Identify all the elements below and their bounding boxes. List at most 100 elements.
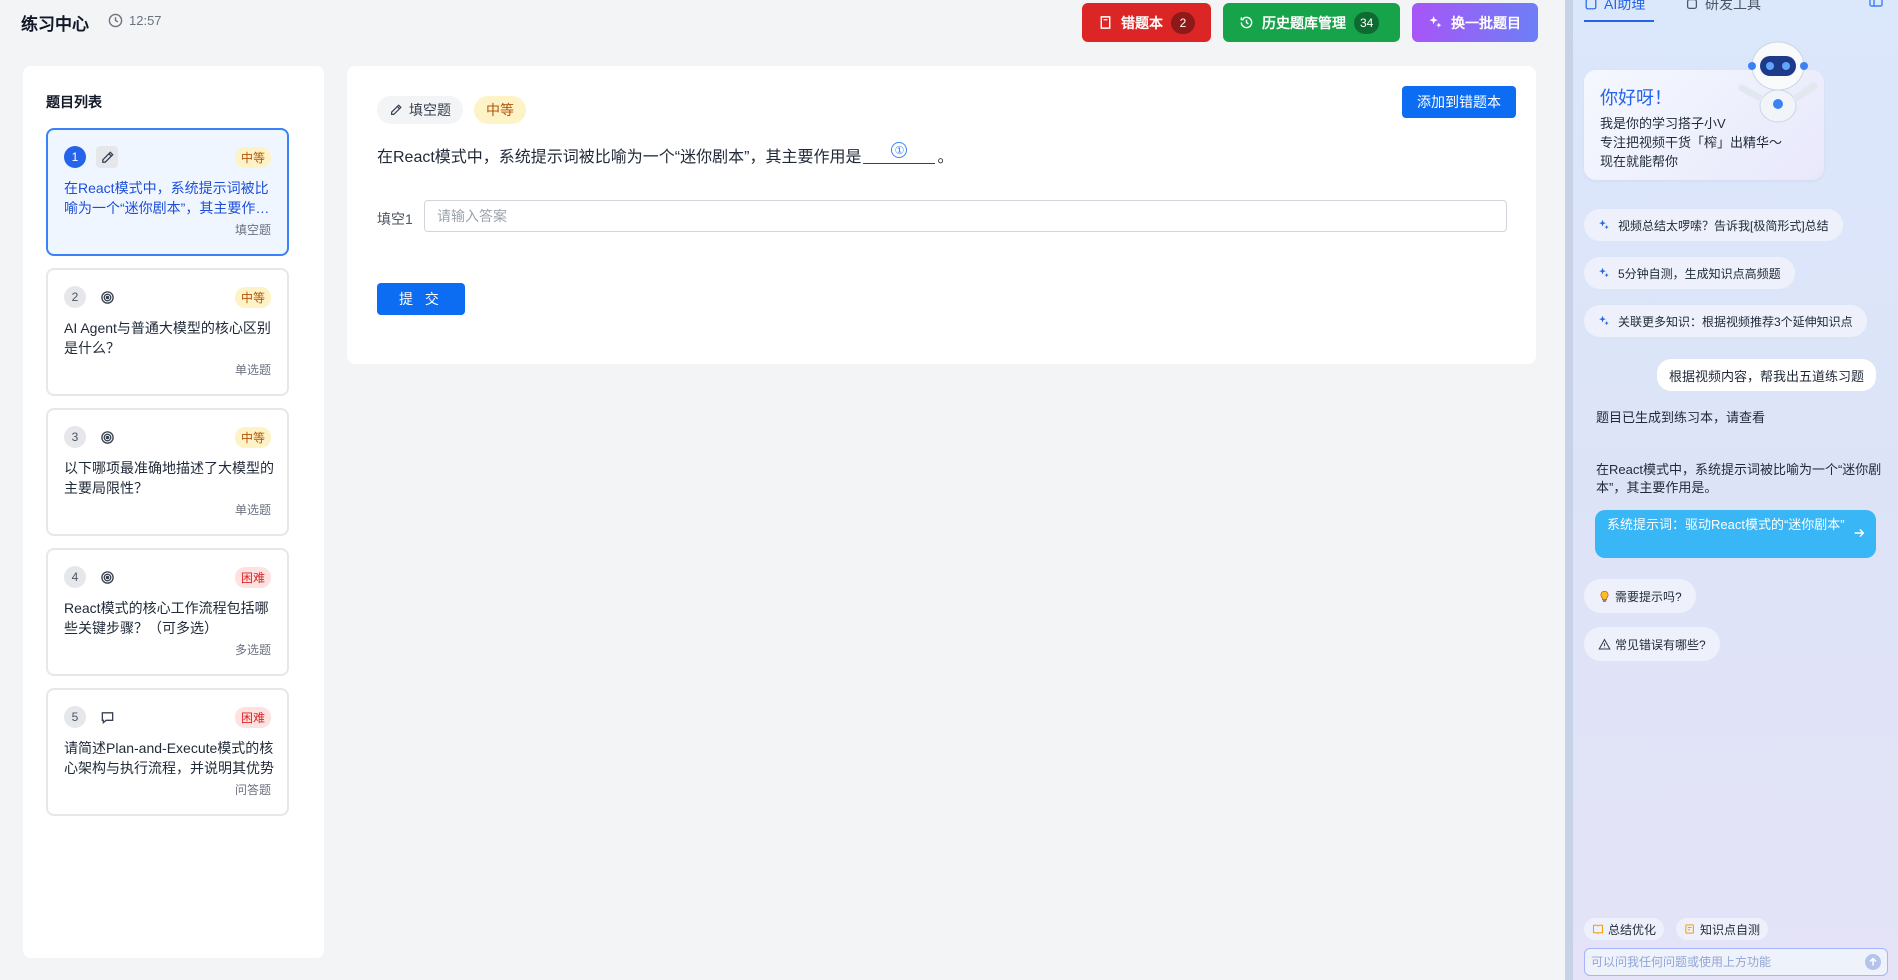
refresh-questions-button[interactable]: 换一批题目: [1412, 3, 1538, 42]
warning-icon: [1598, 638, 1611, 649]
book-icon: [1100, 16, 1111, 29]
question-type: 单选题: [234, 363, 271, 377]
lightbulb-icon: [1600, 590, 1609, 602]
chip-label: 视频总结太啰嗦？告诉我[极简形式]总结: [1618, 218, 1829, 233]
question-text: 在React模式中，系统提示词被比喻为一个“迷你剧本”，其主要作用是什么？: [64, 180, 270, 216]
difficulty-badge: 困难: [234, 567, 271, 588]
assistant-tabs: AI助理 研发工具: [1573, 0, 1898, 22]
difficulty-badge: 中等: [234, 287, 271, 308]
chat-bubble-icon: [96, 706, 118, 728]
question-type-tag: 填空题: [377, 96, 463, 124]
target-icon: [96, 566, 118, 588]
difficulty-badge: 中等: [234, 147, 271, 168]
question-card-2[interactable]: 2 中等 AI Agent与普通大模型的核心区别是什么？ 单选题: [46, 268, 289, 396]
question-text: 以下哪项最准确地描述了大模型的主要局限性？: [64, 460, 274, 496]
arrow-right-icon: [1854, 529, 1865, 537]
panel-divider[interactable]: [1565, 0, 1573, 980]
target-icon: [96, 286, 118, 308]
robot-mascot-icon: [1738, 41, 1818, 123]
tab-tools-label: 研发工具: [1705, 0, 1761, 12]
question-card-5[interactable]: 5 困难 请简述Plan-and-Execute模式的核心架构与执行流程，并说明…: [46, 688, 289, 816]
question-stem: 在React模式中，系统提示词被比喻为一个“迷你剧本”，其主要作用是 ① 。: [377, 142, 954, 167]
bot-reply: 题目已生成到练习本，请查看: [1596, 410, 1766, 425]
fill-label: 填空1: [377, 211, 413, 227]
chip-label: 5分钟自测，生成知识点高频题: [1618, 266, 1781, 281]
answer-link-button[interactable]: 系统提示词：驱动React模式的“迷你剧本”: [1595, 510, 1876, 558]
question-text: 请简述Plan-and-Execute模式的核心架构与执行流程，并说明其优势: [64, 740, 274, 776]
history-bank-button[interactable]: 历史题库管理 34: [1223, 3, 1400, 42]
tool-label: 总结优化: [1608, 922, 1657, 937]
question-type: 问答题: [234, 783, 271, 797]
question-type-label: 填空题: [409, 102, 451, 118]
history-label: 历史题库管理: [1262, 14, 1346, 31]
question-number: 2: [64, 286, 86, 308]
suggestion-chip-related[interactable]: 关联更多知识：根据视频推荐3个延伸知识点: [1584, 305, 1867, 337]
question-list-panel: 题目列表 1 中等 在React模式中，系统提示词被比喻为一个“迷你剧本”，其主…: [23, 66, 324, 958]
question-number: 4: [64, 566, 86, 588]
question-type: 填空题: [234, 223, 271, 237]
answer-blank: ①: [863, 142, 936, 164]
send-button[interactable]: [1865, 954, 1881, 970]
tab-ai-assistant[interactable]: AI助理: [1584, 0, 1645, 14]
question-number: 1: [64, 146, 86, 168]
history-count: 34: [1354, 11, 1380, 34]
suggestion-chip-summary[interactable]: 视频总结太啰嗦？告诉我[极简形式]总结: [1584, 209, 1843, 241]
errors-label: 常见错误有哪些?: [1615, 637, 1706, 652]
target-icon: [96, 426, 118, 448]
assistant-icon: [1585, 0, 1597, 10]
common-errors-chip[interactable]: 常见错误有哪些?: [1584, 627, 1720, 661]
tab-ai-label: AI助理: [1604, 0, 1646, 12]
stem-text: 在React模式中，系统提示词被比喻为一个“迷你剧本”，其主要作用是: [377, 149, 862, 166]
chat-input[interactable]: [1585, 949, 1845, 975]
tab-dev-tools[interactable]: 研发工具: [1685, 0, 1761, 14]
add-to-wrong-book-button[interactable]: 添加到错题本: [1402, 86, 1516, 118]
question-card-1[interactable]: 1 中等 在React模式中，系统提示词被比喻为一个“迷你剧本”，其主要作用是什…: [46, 128, 289, 256]
pencil-icon: [391, 104, 402, 115]
summary-optimize-chip[interactable]: 总结优化: [1584, 918, 1665, 940]
assistant-panel: AI助理 研发工具 你好呀！ 我是你的学习搭子小V 专注把视频干货「榨」出精华～…: [1573, 0, 1898, 980]
difficulty-badge: 中等: [234, 427, 271, 448]
suggestion-chip-quiz[interactable]: 5分钟自测，生成知识点高频题: [1584, 257, 1795, 289]
sparkle-icon: [1429, 15, 1442, 28]
top-header: 练习中心 12:57 错题本 2 历史题库管理 34 换一批题目: [0, 0, 1565, 44]
greeting-line: 专注把视频干货「榨」出精华～: [1600, 135, 1783, 150]
tool-label: 知识点自测: [1700, 922, 1761, 937]
chip-label: 关联更多知识：根据视频推荐3个延伸知识点: [1618, 314, 1853, 329]
sparkle-icon: [1599, 219, 1609, 230]
question-type: 多选题: [234, 643, 271, 657]
difficulty-badge: 困难: [234, 707, 271, 728]
need-hint-chip[interactable]: 需要提示吗?: [1584, 579, 1696, 613]
refresh-label: 换一批题目: [1451, 14, 1521, 31]
bot-question-text: 在React模式中，系统提示词被比喻为一个“迷你剧本”，其主要作用是。: [1596, 462, 1882, 495]
timer: 12:57: [108, 13, 162, 28]
answer-input[interactable]: [424, 200, 1507, 232]
question-list-title: 题目列表: [46, 94, 102, 110]
difficulty-tag: 中等: [474, 96, 526, 124]
wrong-book-label: 错题本: [1121, 14, 1163, 31]
question-panel: 填空题 中等 添加到错题本 在React模式中，系统提示词被比喻为一个“迷你剧本…: [347, 66, 1536, 364]
blank-marker: ①: [891, 142, 908, 158]
tools-icon: [1687, 0, 1697, 9]
question-number: 3: [64, 426, 86, 448]
clock-icon: [108, 13, 123, 28]
page-title: 练习中心: [21, 15, 89, 34]
wrong-book-button[interactable]: 错题本 2: [1082, 3, 1211, 42]
sparkle-icon: [1599, 267, 1609, 278]
panel-toggle-icon[interactable]: [1868, 0, 1884, 8]
book-open-icon: [1592, 924, 1604, 935]
question-number: 5: [64, 706, 86, 728]
greeting-title: 你好呀！: [1600, 88, 1672, 108]
question-card-4[interactable]: 4 困难 React模式的核心工作流程包括哪些关键步骤？（可多选） 多选题: [46, 548, 289, 676]
submit-button[interactable]: 提 交: [377, 283, 465, 315]
active-tab-indicator: [1584, 20, 1654, 22]
sparkle-icon: [1599, 315, 1609, 326]
question-text: AI Agent与普通大模型的核心区别是什么？: [64, 320, 271, 356]
greeting-line: 现在就能帮你: [1600, 154, 1679, 169]
answer-link-label: 系统提示词：驱动React模式的“迷你剧本”: [1607, 517, 1845, 532]
user-message: 根据视频内容，帮我出五道练习题: [1656, 359, 1876, 391]
stem-end: 。: [937, 149, 954, 166]
timer-text: 12:57: [129, 13, 162, 28]
question-card-3[interactable]: 3 中等 以下哪项最准确地描述了大模型的主要局限性？ 单选题: [46, 408, 289, 536]
knowledge-test-chip[interactable]: 知识点自测: [1676, 918, 1769, 940]
chat-input-box: [1584, 948, 1888, 976]
